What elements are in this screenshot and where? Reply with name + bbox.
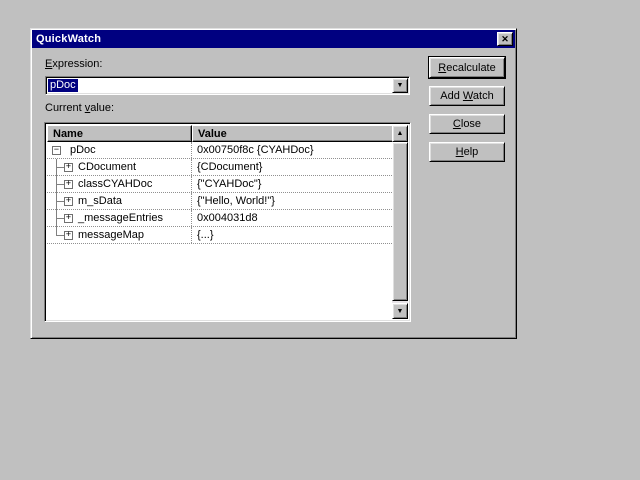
window-title: QuickWatch [36, 33, 497, 45]
plus-icon[interactable]: + [64, 214, 73, 223]
expression-input[interactable]: pDoc [48, 79, 78, 92]
row-name: pDoc [70, 144, 96, 157]
desktop: QuickWatch ✕ Expression: pDoc ▼ Current … [0, 0, 640, 480]
chevron-down-icon[interactable]: ▼ [392, 78, 408, 93]
table-row[interactable]: + m_sData {"Hello, World!"} [47, 193, 394, 210]
row-name: CDocument [78, 161, 136, 174]
row-value: {"Hello, World!"} [192, 193, 394, 209]
table-row[interactable]: + _messageEntries 0x004031d8 [47, 210, 394, 227]
close-icon[interactable]: ✕ [497, 32, 513, 46]
recalculate-button[interactable]: Recalculate [428, 56, 506, 79]
plus-icon[interactable]: + [64, 197, 73, 206]
row-value: 0x00750f8c {CYAHDoc} [192, 142, 394, 158]
scroll-up-icon[interactable]: ▲ [392, 125, 408, 142]
row-value: {...} [192, 227, 394, 243]
titlebar[interactable]: QuickWatch ✕ [32, 30, 515, 48]
watch-list: Name Value − pDoc 0x00750f8c {CYAHDoc} [44, 122, 411, 322]
scrollbar-thumb[interactable] [392, 142, 408, 301]
row-name: _messageEntries [78, 212, 163, 225]
current-value-label: Current value: [45, 102, 114, 114]
help-button[interactable]: Help [429, 142, 505, 162]
add-watch-button[interactable]: Add Watch [429, 86, 505, 106]
close-button[interactable]: Close [429, 114, 505, 134]
row-container: − pDoc 0x00750f8c {CYAHDoc} + CDocument … [47, 142, 394, 244]
vertical-scrollbar[interactable]: ▲ ▼ [392, 125, 408, 319]
list-header: Name Value [47, 125, 394, 142]
row-name: m_sData [78, 195, 122, 208]
table-row[interactable]: − pDoc 0x00750f8c {CYAHDoc} [47, 142, 394, 159]
scroll-down-icon[interactable]: ▼ [392, 303, 408, 319]
row-value: {CDocument} [192, 159, 394, 175]
quickwatch-dialog: QuickWatch ✕ Expression: pDoc ▼ Current … [30, 28, 517, 339]
row-value: {"CYAHDoc"} [192, 176, 394, 192]
table-row[interactable]: + CDocument {CDocument} [47, 159, 394, 176]
plus-icon[interactable]: + [64, 180, 73, 189]
column-header-name[interactable]: Name [47, 125, 192, 142]
row-name: messageMap [78, 229, 144, 242]
column-header-value[interactable]: Value [192, 125, 394, 142]
expression-combobox[interactable]: pDoc ▼ [45, 76, 410, 95]
minus-icon[interactable]: − [52, 146, 61, 155]
plus-icon[interactable]: + [64, 163, 73, 172]
plus-icon[interactable]: + [64, 231, 73, 240]
table-row[interactable]: + messageMap {...} [47, 227, 394, 244]
expression-label: Expression: [45, 58, 102, 70]
row-name: classCYAHDoc [78, 178, 152, 191]
row-value: 0x004031d8 [192, 210, 394, 226]
table-row[interactable]: + classCYAHDoc {"CYAHDoc"} [47, 176, 394, 193]
